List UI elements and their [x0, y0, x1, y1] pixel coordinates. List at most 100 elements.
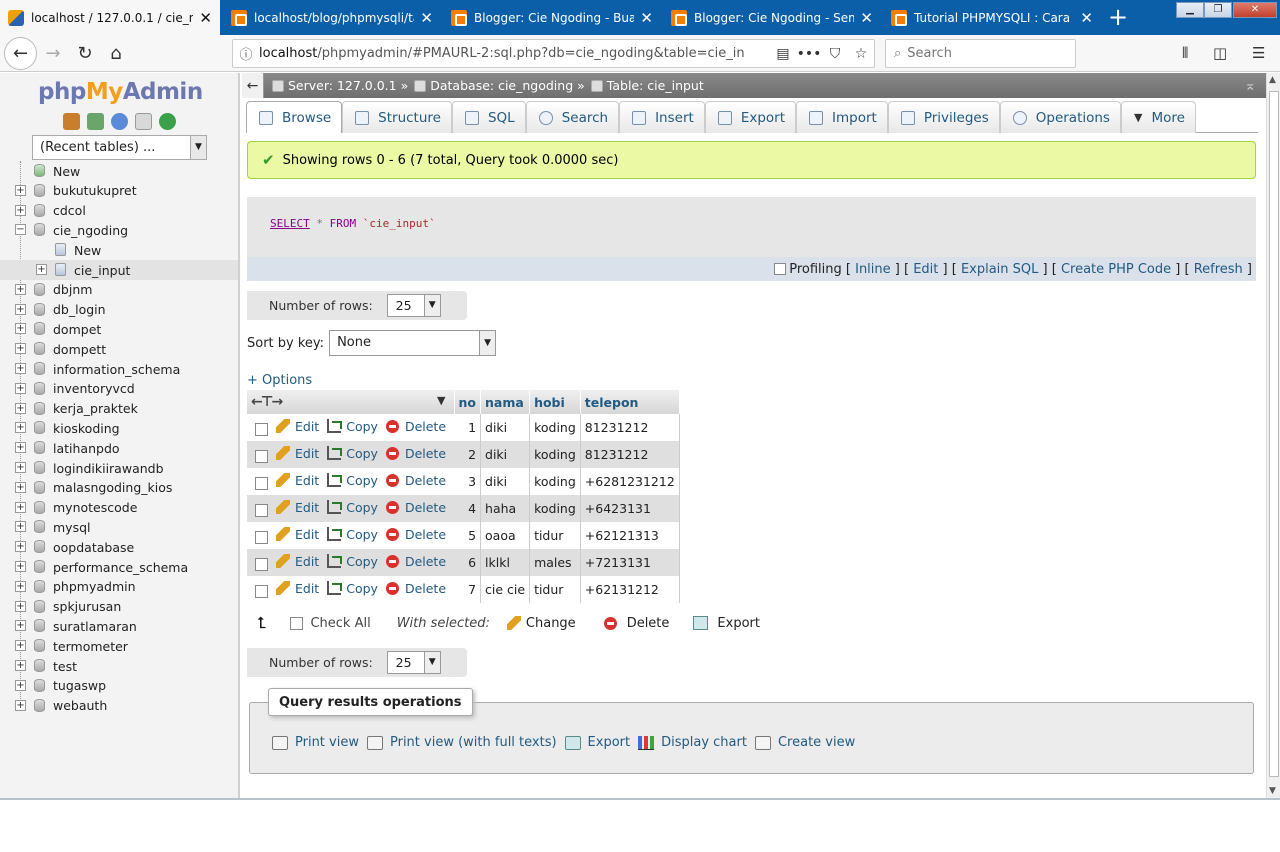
expand-icon[interactable]: +	[15, 660, 26, 671]
scrollbar-thumb[interactable]	[1269, 91, 1279, 777]
resize-arrows-icon[interactable]: ←⊤→	[251, 394, 283, 410]
cell-nama[interactable]: oaoa	[480, 522, 531, 549]
tree-item-database[interactable]: + db_login	[0, 300, 238, 320]
expand-icon[interactable]: +	[15, 402, 26, 414]
cell-no[interactable]: 5	[454, 522, 482, 549]
close-icon[interactable]: ✕	[1080, 9, 1093, 27]
expand-icon[interactable]: +	[15, 699, 26, 711]
row-checkbox[interactable]	[255, 504, 268, 518]
close-icon[interactable]: ✕	[199, 9, 212, 27]
tree-item-database[interactable]: + cdcol	[0, 201, 238, 221]
expand-icon[interactable]: +	[15, 561, 26, 572]
more-actions-icon[interactable]: •••	[796, 46, 822, 62]
row-copy-link[interactable]: Copy	[327, 581, 378, 596]
tree-item-database[interactable]: + dbjnm	[0, 280, 238, 300]
tree-item-database[interactable]: − cie_ngoding	[0, 220, 238, 240]
expand-icon[interactable]: +	[15, 640, 26, 652]
tab-structure[interactable]: Structure	[342, 101, 452, 133]
close-icon[interactable]: ✕	[860, 9, 873, 27]
row-checkbox[interactable]	[255, 531, 268, 545]
back-arrow-icon[interactable]: ←	[4, 37, 37, 70]
row-delete-link[interactable]: Delete	[385, 581, 446, 596]
vertical-scrollbar[interactable]: ▲ ▼	[1266, 73, 1280, 798]
tree-item-database[interactable]: + tugaswp	[0, 676, 238, 696]
expand-icon[interactable]: +	[15, 204, 26, 216]
reader-view-icon[interactable]: ▤	[770, 46, 796, 62]
row-checkbox[interactable]	[255, 585, 268, 599]
tab-search[interactable]: Search	[525, 101, 620, 133]
tab-operations[interactable]: Operations	[999, 101, 1121, 133]
row-edit-link[interactable]: Edit	[276, 419, 319, 434]
print-view-full-link[interactable]: Print view (with full texts)	[366, 735, 557, 750]
tree-item-database[interactable]: + oopdatabase	[0, 537, 238, 557]
close-icon[interactable]: ✕	[640, 9, 653, 27]
cell-telepon[interactable]: +62131212	[580, 576, 680, 603]
cell-telepon[interactable]: 81231212	[580, 441, 680, 468]
explain-sql-link[interactable]: Explain SQL	[961, 262, 1038, 277]
new-tab-icon[interactable]: +	[1108, 4, 1128, 30]
expand-icon[interactable]: +	[36, 264, 47, 275]
number-of-rows-select[interactable]: 25 ▼	[386, 651, 441, 674]
tree-item-database[interactable]: + spkjurusan	[0, 597, 238, 617]
browser-tab-3[interactable]: Blogger: Cie Ngoding - Buat e ✕	[443, 0, 661, 35]
maximize-icon[interactable]: ❐	[1204, 2, 1232, 18]
cell-hobi[interactable]: males	[529, 549, 581, 576]
browser-tab-5[interactable]: Tutorial PHPMYSQLI : Cara Me ✕	[883, 0, 1101, 35]
expand-icon[interactable]: +	[15, 283, 26, 295]
reload-icon[interactable]: ↻	[70, 38, 100, 68]
inline-link[interactable]: Inline	[855, 262, 891, 277]
row-delete-link[interactable]: Delete	[385, 419, 446, 434]
row-edit-link[interactable]: Edit	[276, 500, 319, 515]
tab-export[interactable]: Export	[704, 101, 797, 133]
expand-icon[interactable]: +	[15, 521, 26, 533]
cell-hobi[interactable]: koding	[529, 495, 581, 522]
check-all-label[interactable]: Check All	[310, 616, 370, 631]
row-delete-link[interactable]: Delete	[385, 554, 446, 569]
minimize-icon[interactable]: ▁	[1176, 2, 1204, 18]
tree-item-database[interactable]: + termometer	[0, 636, 238, 656]
breadcrumb-table[interactable]: Table: cie_input	[590, 78, 704, 93]
close-window-icon[interactable]: ✕	[1233, 2, 1277, 18]
cell-telepon[interactable]: +6281231212	[580, 468, 680, 495]
row-delete-link[interactable]: Delete	[385, 500, 446, 515]
row-delete-link[interactable]: Delete	[385, 446, 446, 461]
expand-icon[interactable]: +	[15, 363, 26, 374]
breadcrumb-server[interactable]: Server: 127.0.0.1	[272, 78, 397, 93]
bulk-change-button[interactable]: Change	[506, 616, 576, 631]
cell-nama[interactable]: lklkl	[480, 549, 531, 576]
edit-sql-link[interactable]: Edit	[913, 262, 938, 277]
cell-no[interactable]: 2	[454, 441, 482, 468]
row-checkbox[interactable]	[255, 477, 268, 491]
home-icon[interactable]: ⌂	[101, 38, 131, 68]
tree-item-database[interactable]: + kioskoding	[0, 418, 238, 438]
cell-hobi[interactable]: tidur	[529, 576, 581, 603]
tab-browse[interactable]: Browse	[246, 101, 343, 133]
row-checkbox[interactable]	[255, 423, 268, 437]
tree-item-database[interactable]: + inventoryvcd	[0, 379, 238, 399]
tree-item-database[interactable]: + dompett	[0, 339, 238, 359]
tree-item-database[interactable]: + logindikiirawandb	[0, 458, 238, 478]
cell-no[interactable]: 4	[454, 495, 482, 522]
cell-no[interactable]: 1	[454, 414, 482, 441]
browser-search-input[interactable]	[907, 46, 1058, 61]
tree-item-database[interactable]: + bukutukupret	[0, 181, 238, 201]
tree-item-database[interactable]: + suratlamaran	[0, 616, 238, 636]
expand-icon[interactable]: +	[15, 323, 26, 335]
column-header-no[interactable]: no	[454, 390, 482, 414]
cell-hobi[interactable]: tidur	[529, 522, 581, 549]
tab-sql[interactable]: SQL	[451, 101, 526, 133]
library-icon[interactable]: ⫴	[1182, 44, 1188, 62]
sql-keyword-select[interactable]: SELECT	[270, 217, 310, 230]
expand-icon[interactable]: +	[15, 541, 26, 553]
row-copy-link[interactable]: Copy	[327, 473, 378, 488]
tree-item-database[interactable]: + performance_schema	[0, 557, 238, 577]
cell-nama[interactable]: haha	[480, 495, 531, 522]
url-text[interactable]: localhost/phpmyadmin/#PMAURL-2:sql.php?d…	[259, 46, 770, 61]
recent-tables-select[interactable]: (Recent tables) ... ▼	[32, 135, 207, 160]
row-edit-link[interactable]: Edit	[276, 554, 319, 569]
expand-icon[interactable]: +	[15, 422, 26, 434]
row-edit-link[interactable]: Edit	[276, 581, 319, 596]
cell-hobi[interactable]: koding	[529, 468, 581, 495]
bulk-export-button[interactable]: Export	[693, 616, 760, 631]
expand-icon[interactable]: +	[15, 184, 26, 196]
